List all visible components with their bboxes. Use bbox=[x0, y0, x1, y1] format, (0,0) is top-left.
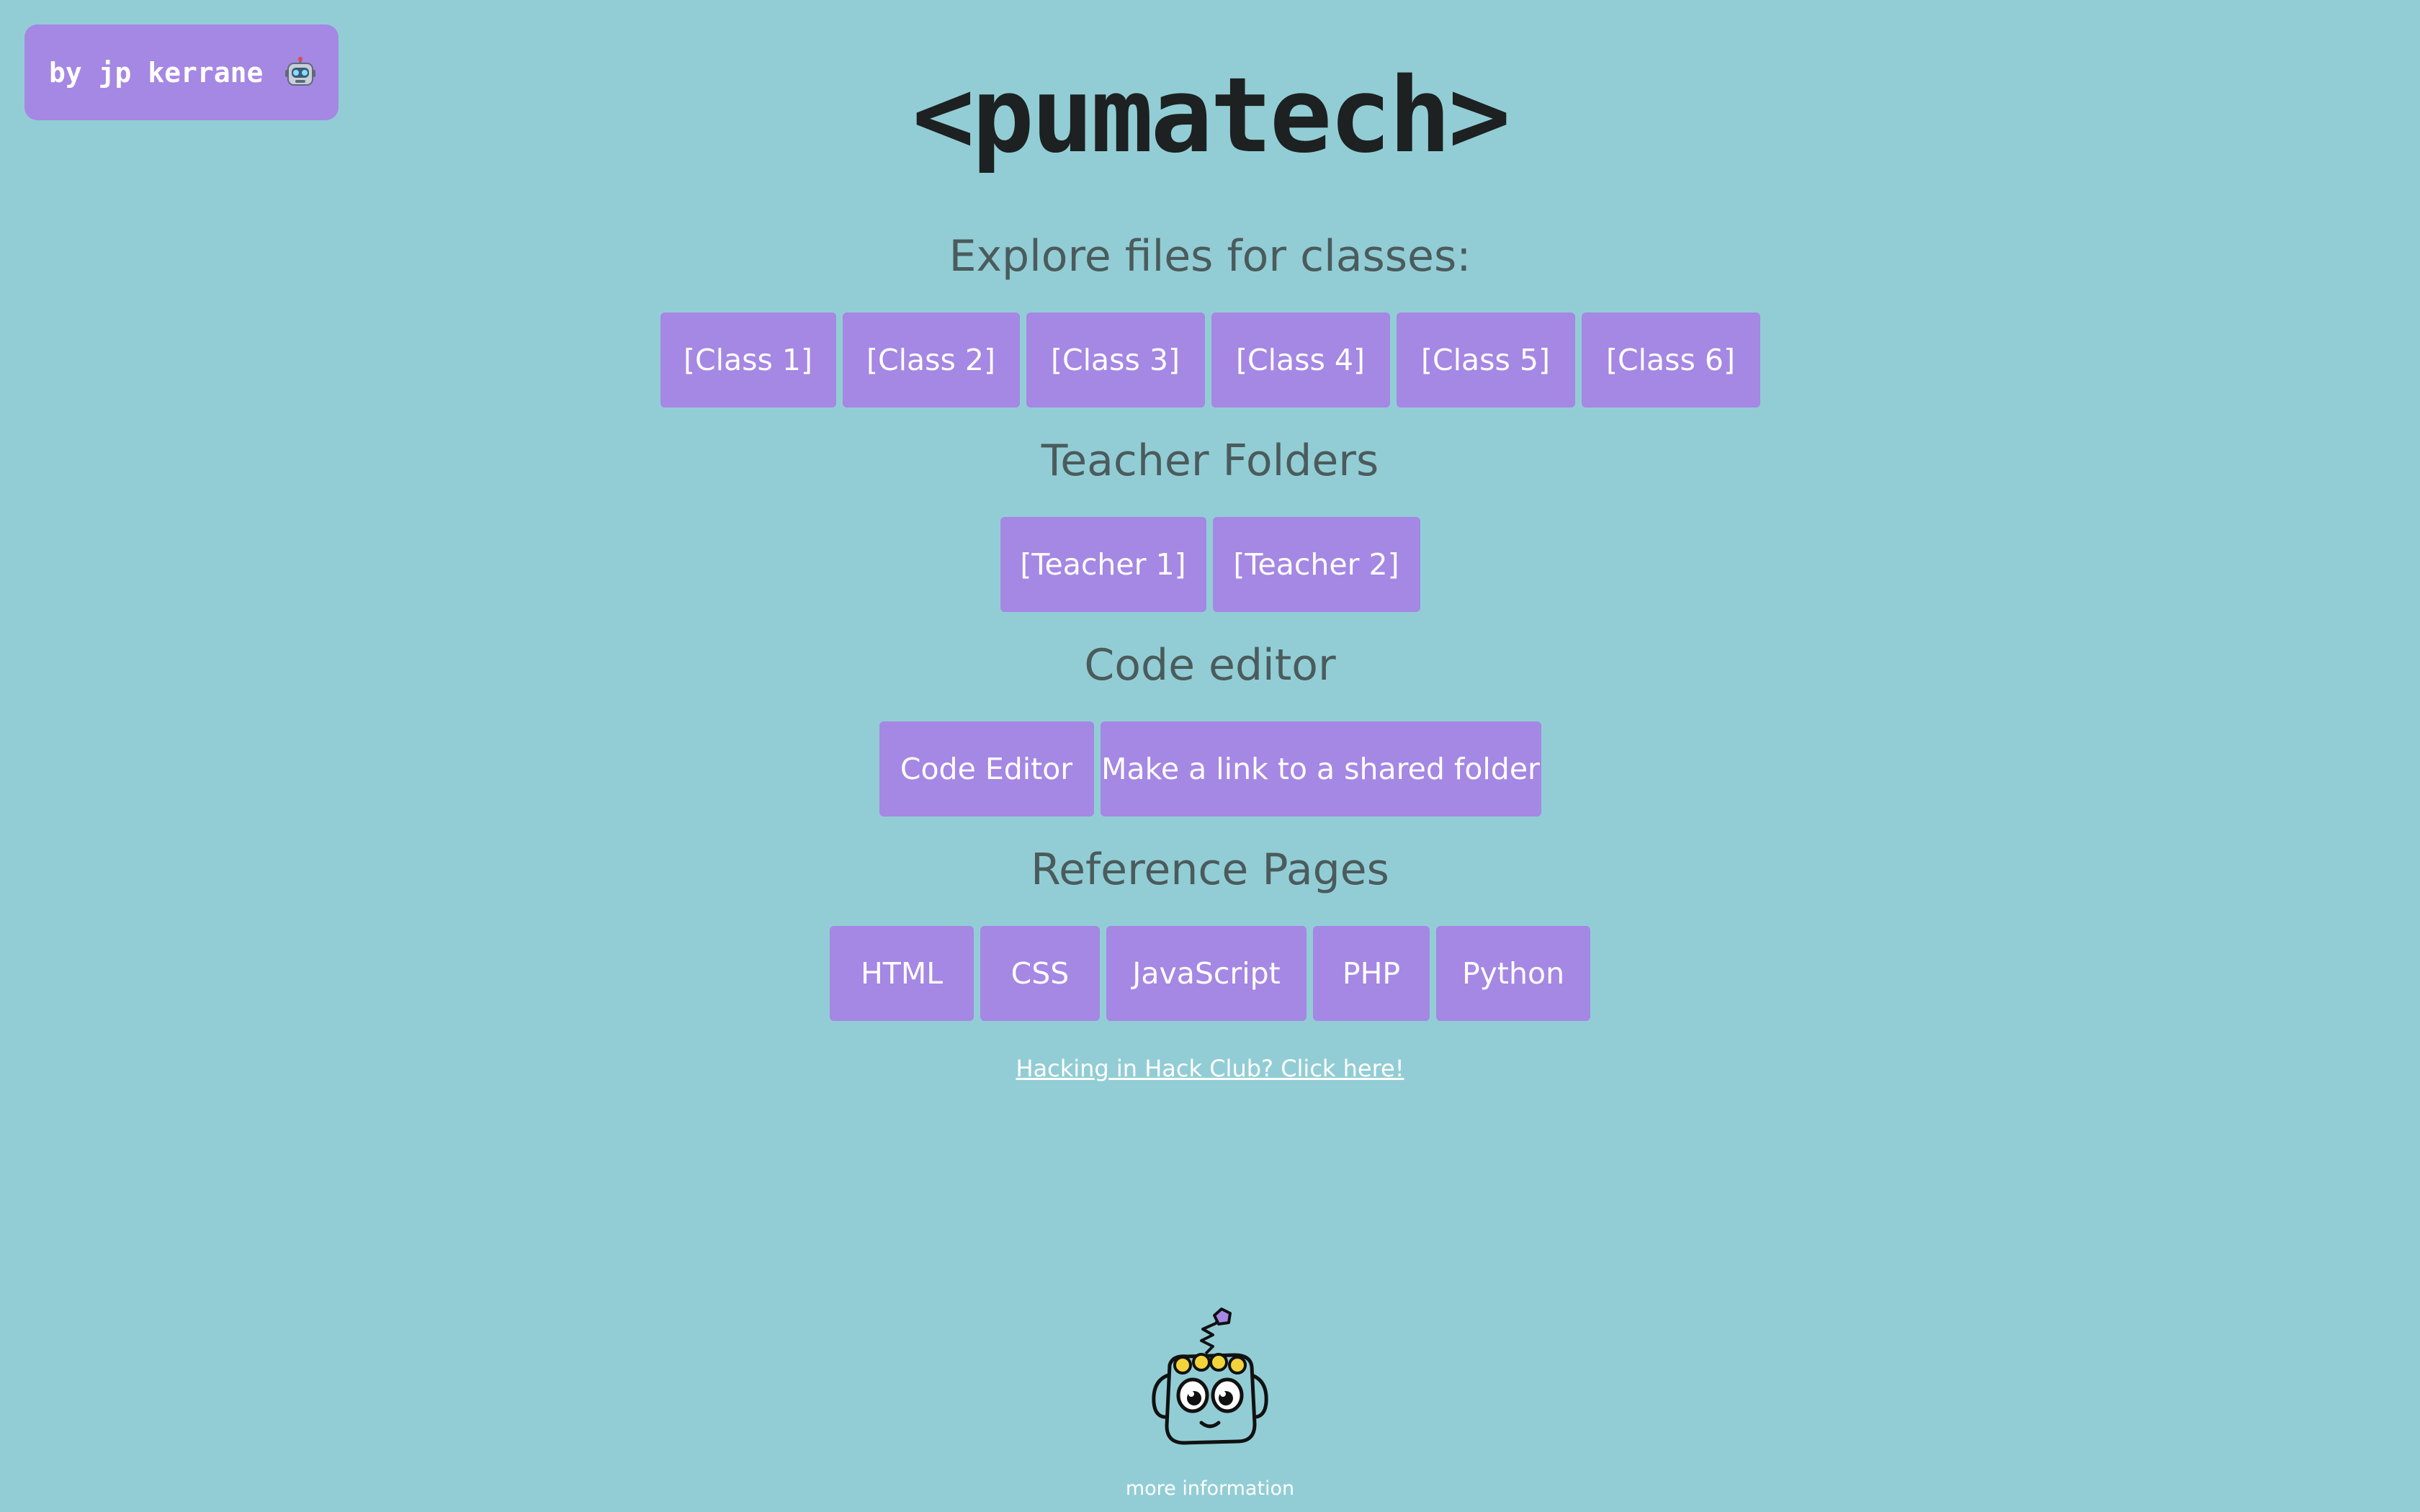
teachers-heading: Teacher Folders bbox=[1041, 436, 1379, 486]
class-1-button[interactable]: [Class 1] bbox=[660, 312, 836, 408]
class-6-button[interactable]: [Class 6] bbox=[1581, 312, 1760, 408]
class-2-button[interactable]: [Class 2] bbox=[842, 312, 1020, 408]
python-button[interactable]: Python bbox=[1436, 926, 1590, 1021]
html-button[interactable]: HTML bbox=[830, 926, 974, 1021]
css-button[interactable]: CSS bbox=[980, 926, 1100, 1021]
robot-mascot-icon[interactable] bbox=[1144, 1303, 1276, 1447]
code-editor-button-row: Code Editor Make a link to a shared fold… bbox=[0, 721, 2420, 816]
hack-club-link[interactable]: Hacking in Hack Club? Click here! bbox=[1016, 1055, 1404, 1082]
teachers-button-row: [Teacher 1] [Teacher 2] bbox=[0, 517, 2420, 612]
teacher-1-button[interactable]: [Teacher 1] bbox=[1000, 517, 1206, 612]
reference-button-row: HTML CSS JavaScript PHP Python bbox=[0, 926, 2420, 1021]
shared-folder-link-button[interactable]: Make a link to a shared folder bbox=[1100, 721, 1541, 816]
class-3-button[interactable]: [Class 3] bbox=[1026, 312, 1205, 408]
classes-button-row: [Class 1] [Class 2] [Class 3] [Class 4] … bbox=[0, 312, 2420, 408]
code-editor-button[interactable]: Code Editor bbox=[879, 721, 1094, 816]
php-button[interactable]: PHP bbox=[1313, 926, 1430, 1021]
classes-heading: Explore files for classes: bbox=[949, 231, 1471, 282]
page-title: <pumatech> bbox=[912, 55, 1511, 176]
teacher-2-button[interactable]: [Teacher 2] bbox=[1212, 517, 1420, 612]
reference-heading: Reference Pages bbox=[1031, 845, 1389, 895]
code-editor-heading: Code editor bbox=[1084, 640, 1336, 690]
javascript-button[interactable]: JavaScript bbox=[1106, 926, 1307, 1021]
hack-club-link-container: Hacking in Hack Club? Click here! bbox=[0, 1053, 2420, 1084]
class-4-button[interactable]: [Class 4] bbox=[1211, 312, 1390, 408]
class-5-button[interactable]: [Class 5] bbox=[1396, 312, 1575, 408]
more-information-link[interactable]: more information bbox=[0, 1476, 2420, 1502]
